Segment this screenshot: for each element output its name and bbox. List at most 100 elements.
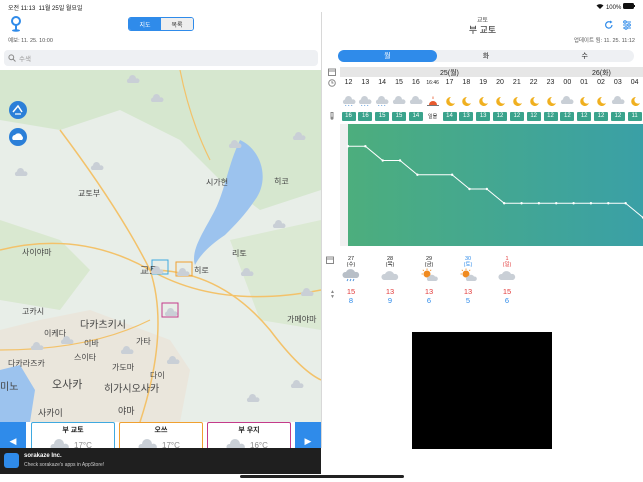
location-pin-icon[interactable] <box>10 16 22 32</box>
daily-forecast[interactable]: 30 (토) 13 5 <box>453 256 483 305</box>
cloud-marker-icon[interactable] <box>292 132 306 141</box>
graph-point <box>502 202 506 205</box>
cloud-marker-icon[interactable] <box>150 266 164 275</box>
hourly-temp: 14 <box>442 112 457 121</box>
map-label: 다카츠키시 <box>80 320 126 331</box>
cloud-marker-icon[interactable] <box>120 346 134 355</box>
cloud-marker-icon[interactable] <box>246 394 260 403</box>
daily-low: 9 <box>387 296 393 305</box>
map-label: 사이야마 <box>22 248 52 257</box>
ad-banner[interactable]: sorakaze Inc. Check sorakaze's apps in A… <box>0 448 321 474</box>
cloudy-icon <box>392 96 406 104</box>
daily-forecast[interactable]: 29 (금) 13 6 <box>414 256 444 305</box>
map-label: 가타 <box>136 337 151 346</box>
detail-pane: 교토 부 교토 업데이트 됨: 11. 25. 11:12 월 화 수 25(월… <box>322 12 643 482</box>
cloud-marker-icon[interactable] <box>126 75 140 84</box>
moon-icon <box>597 96 606 106</box>
hourly-temp: 13 <box>459 112 474 121</box>
thermometer-icon <box>330 112 334 120</box>
map-label: 사카이 <box>38 408 63 418</box>
graph-point <box>450 173 454 176</box>
moon-icon <box>462 96 472 106</box>
location-title: 부 교토 <box>468 25 497 35</box>
day-tabs: 월 화 수 <box>338 50 634 62</box>
tab-mon[interactable]: 월 <box>338 50 437 62</box>
wind-icon <box>12 104 23 115</box>
daily-low: 5 <box>465 296 471 305</box>
cloud-marker-icon[interactable] <box>60 336 74 345</box>
hourly-temp: 15 <box>375 112 390 121</box>
hour-label: 16 <box>411 79 420 86</box>
graph-point <box>398 159 402 162</box>
cloud-marker-icon[interactable] <box>150 94 164 103</box>
cloudy-icon <box>409 96 423 104</box>
hourly-temp: 13 <box>476 112 491 121</box>
daily-forecast[interactable]: 27 (수) 15 8 <box>336 256 366 305</box>
tab-wed[interactable]: 수 <box>535 50 634 62</box>
ad-title: sorakaze Inc. <box>24 453 62 459</box>
video-placeholder[interactable] <box>412 332 552 449</box>
daily-forecast[interactable]: 28 (목) 13 9 <box>375 256 405 305</box>
view-list-button[interactable]: 목록 <box>161 18 193 30</box>
temperature-graph <box>340 124 643 246</box>
cloud-marker-icon[interactable] <box>290 380 304 389</box>
hour-label: 13 <box>361 79 370 86</box>
graph-point <box>346 145 350 148</box>
refresh-icon[interactable] <box>604 20 614 30</box>
hourly-temp: 15 <box>392 112 406 121</box>
graph-point <box>537 202 541 205</box>
status-battery: 100% <box>596 3 635 11</box>
home-indicator <box>240 475 404 478</box>
hour-label: 19 <box>479 79 488 86</box>
cloud-marker-icon[interactable] <box>30 342 44 351</box>
cloud-marker-icon[interactable] <box>164 308 178 317</box>
view-map-button[interactable]: 지도 <box>129 18 161 30</box>
cloud-layer-button[interactable] <box>9 128 27 146</box>
map-label: 가메야마 <box>287 315 317 324</box>
sorakaze-logo <box>4 453 19 468</box>
cloud-marker-icon[interactable] <box>90 162 104 171</box>
map-label: 스이타 <box>74 353 97 362</box>
map-label: 시가현 <box>206 178 229 187</box>
settings-sliders-icon[interactable] <box>622 20 632 30</box>
location-card-title: 부 우지 <box>238 427 260 434</box>
rain-cloud-icon <box>376 96 389 106</box>
forecast-time: 예보: 11. 25. 10:00 <box>8 38 53 44</box>
daily-high: 15 <box>346 287 356 296</box>
cloud-marker-icon[interactable] <box>300 288 314 297</box>
daily-low: 6 <box>426 296 432 305</box>
cloud-marker-icon[interactable] <box>228 140 242 149</box>
hourly-icon-row <box>340 94 643 110</box>
graph-point <box>607 202 610 205</box>
tab-tue[interactable]: 화 <box>437 50 536 62</box>
graph-point <box>555 202 558 205</box>
cloud-marker-icon[interactable] <box>272 220 286 229</box>
hour-label: 18 <box>462 79 471 86</box>
rain-cloud-icon <box>342 96 355 106</box>
graph-point <box>572 202 575 205</box>
wifi-icon <box>596 4 604 9</box>
cloud-marker-icon[interactable] <box>14 168 28 177</box>
cloud-marker-icon[interactable] <box>166 356 180 365</box>
location-card-title: 부 교토 <box>62 427 84 434</box>
clock-icon <box>328 79 336 87</box>
daily-high: 13 <box>463 287 473 296</box>
hourly-temp: 16 <box>341 112 356 121</box>
graph-point <box>416 173 419 176</box>
map-view[interactable]: 교토부 시가현 히코 사이야마 교토 리토 히로 가메야마 고카시 다카츠키시 … <box>0 70 321 422</box>
hour-label: 02 <box>597 79 605 86</box>
cloud-marker-icon[interactable] <box>240 268 254 277</box>
search-input[interactable]: 수색 <box>4 50 318 66</box>
cloud-marker-icon[interactable] <box>176 268 190 277</box>
calendar-icon <box>326 256 334 264</box>
map-label: 리토 <box>232 249 247 258</box>
moon-icon <box>580 96 590 106</box>
moon-icon <box>630 96 640 106</box>
map-label: 이바 <box>84 339 99 348</box>
wind-layer-button[interactable] <box>9 101 27 119</box>
moon-icon <box>445 96 455 106</box>
cloudy-icon <box>498 271 516 280</box>
daily-forecast[interactable]: 1 (일) 15 6 <box>492 256 522 305</box>
moon-icon <box>529 96 539 106</box>
map-label: 미노 <box>0 382 19 393</box>
